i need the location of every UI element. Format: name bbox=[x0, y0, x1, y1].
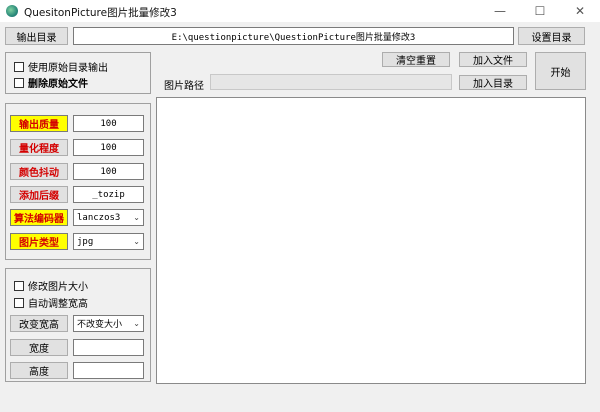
suffix-field[interactable]: _tozip bbox=[73, 186, 144, 203]
add-file-button[interactable]: 加入文件 bbox=[459, 52, 527, 67]
quantize-button[interactable]: 量化程度 bbox=[10, 139, 68, 156]
height-field[interactable] bbox=[73, 362, 144, 379]
width-field[interactable] bbox=[73, 339, 144, 356]
path-field[interactable] bbox=[210, 74, 452, 90]
algorithm-button[interactable]: 算法编码器 bbox=[10, 209, 68, 226]
quality-field[interactable]: 100 bbox=[73, 115, 144, 132]
type-select-value: jpg bbox=[77, 236, 94, 247]
modify-size-option[interactable]: 修改图片大小 bbox=[14, 278, 88, 293]
algorithm-select[interactable]: lanczos3 ⌄ bbox=[73, 209, 144, 226]
use-original-dir-option[interactable]: 使用原始目录输出 bbox=[14, 59, 108, 74]
dither-button[interactable]: 颜色抖动 bbox=[10, 163, 68, 180]
output-path-field[interactable]: E:\questionpicture\QuestionPicture图片批量修改… bbox=[73, 27, 514, 45]
minimize-icon[interactable]: — bbox=[480, 0, 520, 22]
modify-size-label: 修改图片大小 bbox=[28, 282, 88, 293]
suffix-button[interactable]: 添加后缀 bbox=[10, 186, 68, 203]
use-original-dir-label: 使用原始目录输出 bbox=[28, 63, 108, 74]
maximize-icon[interactable]: ☐ bbox=[520, 0, 560, 22]
chevron-down-icon: ⌄ bbox=[133, 213, 140, 222]
height-button[interactable]: 高度 bbox=[10, 362, 68, 379]
auto-adjust-checkbox[interactable] bbox=[14, 297, 24, 308]
close-icon[interactable]: ✕ bbox=[560, 0, 600, 22]
path-label: 图片路径 bbox=[164, 81, 204, 92]
output-dir-button[interactable]: 输出目录 bbox=[5, 27, 68, 45]
app-logo-icon bbox=[6, 5, 18, 17]
set-dir-button[interactable]: 设置目录 bbox=[518, 27, 585, 45]
quality-button[interactable]: 输出质量 bbox=[10, 115, 68, 132]
chevron-down-icon: ⌄ bbox=[133, 237, 140, 246]
chevron-down-icon: ⌄ bbox=[133, 319, 140, 328]
width-button[interactable]: 宽度 bbox=[10, 339, 68, 356]
change-mode-select[interactable]: 不改变大小 ⌄ bbox=[73, 315, 144, 332]
modify-size-checkbox[interactable] bbox=[14, 280, 24, 291]
window-title: QuesitonPicture图片批量修改3 bbox=[24, 7, 177, 19]
delete-original-label: 删除原始文件 bbox=[28, 79, 88, 90]
algorithm-select-value: lanczos3 bbox=[77, 212, 121, 223]
change-size-button[interactable]: 改变宽高 bbox=[10, 315, 68, 332]
type-button[interactable]: 图片类型 bbox=[10, 233, 68, 250]
quantize-field[interactable]: 100 bbox=[73, 139, 144, 156]
auto-adjust-option[interactable]: 自动调整宽高 bbox=[14, 295, 88, 310]
auto-adjust-label: 自动调整宽高 bbox=[28, 299, 88, 310]
image-list-area[interactable] bbox=[156, 97, 586, 384]
delete-original-checkbox[interactable] bbox=[14, 77, 24, 88]
start-button[interactable]: 开始 bbox=[535, 52, 586, 90]
clear-reset-button[interactable]: 清空重置 bbox=[382, 52, 450, 67]
type-select[interactable]: jpg ⌄ bbox=[73, 233, 144, 250]
change-mode-value: 不改变大小 bbox=[77, 320, 123, 330]
delete-original-option[interactable]: 删除原始文件 bbox=[14, 75, 88, 90]
dither-field[interactable]: 100 bbox=[73, 163, 144, 180]
add-dir-button[interactable]: 加入目录 bbox=[459, 75, 527, 90]
use-original-dir-checkbox[interactable] bbox=[14, 61, 24, 72]
